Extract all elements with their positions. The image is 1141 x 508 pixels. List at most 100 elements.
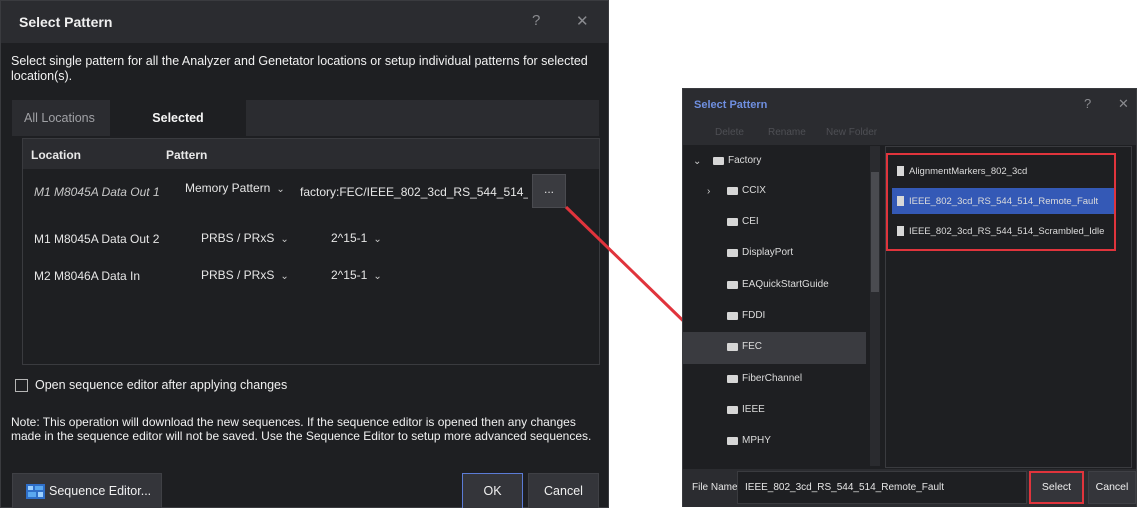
- file-item[interactable]: AlignmentMarkers_802_3cd: [892, 158, 1114, 184]
- chevron-down-icon: ⌄: [373, 271, 382, 282]
- chevron-right-icon[interactable]: ›: [707, 186, 710, 197]
- tree-item-label: DisplayPort: [742, 247, 794, 258]
- table-row[interactable]: M2 M8046A Data In PRBS / PRxS ⌄ 2^15-1 ⌄: [23, 256, 599, 296]
- tab-selected-locations[interactable]: Selected Locations: [110, 100, 246, 161]
- tree-item-label: CEI: [742, 216, 759, 227]
- note-text: Note: This operation will download the n…: [11, 415, 592, 443]
- file-name-row: File Name IEEE_802_3cd_RS_544_514_Remote…: [683, 469, 1136, 507]
- row-location: M1 M8045A Data Out 1: [34, 185, 160, 199]
- tree-item-fec[interactable]: FEC: [683, 332, 866, 364]
- checkbox-label: Open sequence editor after applying chan…: [35, 378, 288, 392]
- folder-icon: [727, 343, 738, 351]
- scrollbar-thumb[interactable]: [871, 172, 879, 292]
- file-item[interactable]: IEEE_802_3cd_RS_544_514_Scrambled_Idle: [892, 218, 1114, 244]
- pattern-value-select[interactable]: 2^15-1 ⌄: [331, 231, 382, 245]
- tree-item-displayport[interactable]: DisplayPort: [683, 238, 866, 270]
- folder-icon: [713, 157, 724, 165]
- folder-icon: [727, 281, 738, 289]
- chevron-down-icon: ⌄: [280, 234, 289, 245]
- tree-item-label: FEC: [742, 341, 762, 352]
- file-icon: [897, 196, 904, 206]
- sequence-editor-label: Sequence Editor...: [49, 484, 152, 498]
- tree-item-ieee[interactable]: IEEE: [683, 395, 866, 427]
- tree-item-mphy[interactable]: MPHY: [683, 426, 866, 458]
- tree-item-label: Factory: [728, 155, 762, 166]
- file-name: IEEE_802_3cd_RS_544_514_Scrambled_Idle: [909, 226, 1105, 237]
- tree-item-label: IEEE: [742, 404, 765, 415]
- row-location: M2 M8046A Data In: [34, 269, 141, 283]
- new-folder-button[interactable]: New Folder: [826, 127, 877, 138]
- tree-item-fiberchannel[interactable]: FiberChannel: [683, 364, 866, 396]
- tab-all-locations[interactable]: All Locations: [12, 100, 107, 136]
- sequence-editor-icon: [26, 484, 45, 499]
- chevron-down-icon: ⌄: [373, 234, 382, 245]
- file-icon: [897, 226, 904, 236]
- pattern-value: 2^15-1: [331, 231, 368, 245]
- file-name: AlignmentMarkers_802_3cd: [909, 166, 1028, 177]
- table-row[interactable]: M1 M8045A Data Out 2 PRBS / PRxS ⌄ 2^15-1…: [23, 219, 599, 259]
- column-header-location: Location: [31, 148, 81, 162]
- tree-item-cei[interactable]: CEI: [683, 207, 866, 239]
- file-name-label: File Name: [692, 482, 738, 493]
- location-pattern-grid: Location Pattern M1 M8045A Data Out 1 Me…: [22, 138, 600, 365]
- file-name-input[interactable]: IEEE_802_3cd_RS_544_514_Remote_Fault: [737, 471, 1027, 504]
- tree-item-eaquickstartguide[interactable]: EAQuickStartGuide: [683, 270, 866, 302]
- dialog-title-bar: Select Pattern ? ✕: [683, 89, 1136, 121]
- open-sequence-editor-checkbox[interactable]: [15, 379, 28, 392]
- grid-header: Location Pattern: [23, 139, 599, 169]
- folder-icon: [727, 437, 738, 445]
- file-item-selected[interactable]: IEEE_802_3cd_RS_544_514_Remote_Fault: [892, 188, 1114, 214]
- close-icon[interactable]: ✕: [576, 12, 589, 30]
- column-header-pattern: Pattern: [166, 148, 208, 162]
- pattern-type-select[interactable]: PRBS / PRxS ⌄: [201, 231, 289, 245]
- file-name: IEEE_802_3cd_RS_544_514_Remote_Fault: [909, 196, 1099, 207]
- tree-item-label: MPHY: [742, 435, 771, 446]
- cancel-button[interactable]: Cancel: [1088, 471, 1136, 504]
- highlight-box: AlignmentMarkers_802_3cd IEEE_802_3cd_RS…: [886, 153, 1116, 251]
- tree-item-label: CCIX: [742, 185, 766, 196]
- pattern-type-value: Memory Pattern: [185, 181, 271, 195]
- help-icon[interactable]: ?: [1084, 96, 1091, 111]
- select-button[interactable]: Select: [1029, 471, 1084, 504]
- dialog-title: Select Pattern: [19, 14, 113, 30]
- close-icon[interactable]: ✕: [1118, 96, 1129, 112]
- folder-icon: [727, 218, 738, 226]
- location-tabs: All Locations Selected Locations: [12, 100, 599, 161]
- row-location: M1 M8045A Data Out 2: [34, 232, 160, 246]
- pattern-type-value: PRBS / PRxS: [201, 268, 275, 282]
- tree-item-fddi[interactable]: FDDI: [683, 301, 866, 333]
- pattern-value: factory:FEC/IEEE_802_3cd_RS_544_514_Re: [300, 185, 528, 199]
- folder-icon: [727, 187, 738, 195]
- pattern-value: 2^15-1: [331, 268, 368, 282]
- folder-icon: [727, 312, 738, 320]
- chevron-down-icon: ⌄: [276, 184, 285, 195]
- delete-button[interactable]: Delete: [715, 127, 744, 138]
- tree-item-factory[interactable]: ⌄ Factory: [683, 146, 866, 178]
- ok-button[interactable]: OK: [462, 473, 523, 508]
- sequence-editor-button[interactable]: Sequence Editor...: [12, 473, 162, 508]
- cancel-button[interactable]: Cancel: [528, 473, 599, 508]
- folder-icon: [727, 406, 738, 414]
- browse-pattern-button[interactable]: ...: [532, 174, 566, 208]
- chevron-down-icon: ⌄: [280, 271, 289, 282]
- table-row[interactable]: M1 M8045A Data Out 1 Memory Pattern ⌄ fac…: [23, 170, 599, 214]
- file-icon: [897, 166, 904, 176]
- select-pattern-file-dialog: Select Pattern ? ✕ Delete Rename New Fol…: [682, 88, 1137, 507]
- select-pattern-dialog: Select Pattern ? ✕ Select single pattern…: [0, 0, 609, 508]
- pattern-type-select[interactable]: Memory Pattern ⌄: [185, 181, 285, 195]
- tree-item-label: FiberChannel: [742, 373, 803, 384]
- folder-tree: ⌄ Factory › CCIX CEI DisplayPort EAQuick…: [683, 146, 883, 468]
- pattern-type-select[interactable]: PRBS / PRxS ⌄: [201, 268, 289, 282]
- tree-item-label: FDDI: [742, 310, 766, 321]
- dialog-title: Select Pattern: [694, 99, 768, 111]
- file-list: AlignmentMarkers_802_3cd IEEE_802_3cd_RS…: [885, 146, 1132, 468]
- tree-item-ccix[interactable]: › CCIX: [683, 176, 866, 208]
- rename-button[interactable]: Rename: [768, 127, 806, 138]
- chevron-down-icon[interactable]: ⌄: [693, 156, 701, 167]
- pattern-type-value: PRBS / PRxS: [201, 231, 275, 245]
- tree-scrollbar[interactable]: [870, 146, 880, 466]
- pattern-value-select[interactable]: 2^15-1 ⌄: [331, 268, 382, 282]
- folder-icon: [727, 375, 738, 383]
- help-icon[interactable]: ?: [532, 12, 540, 29]
- tree-item-label: EAQuickStartGuide: [742, 279, 829, 290]
